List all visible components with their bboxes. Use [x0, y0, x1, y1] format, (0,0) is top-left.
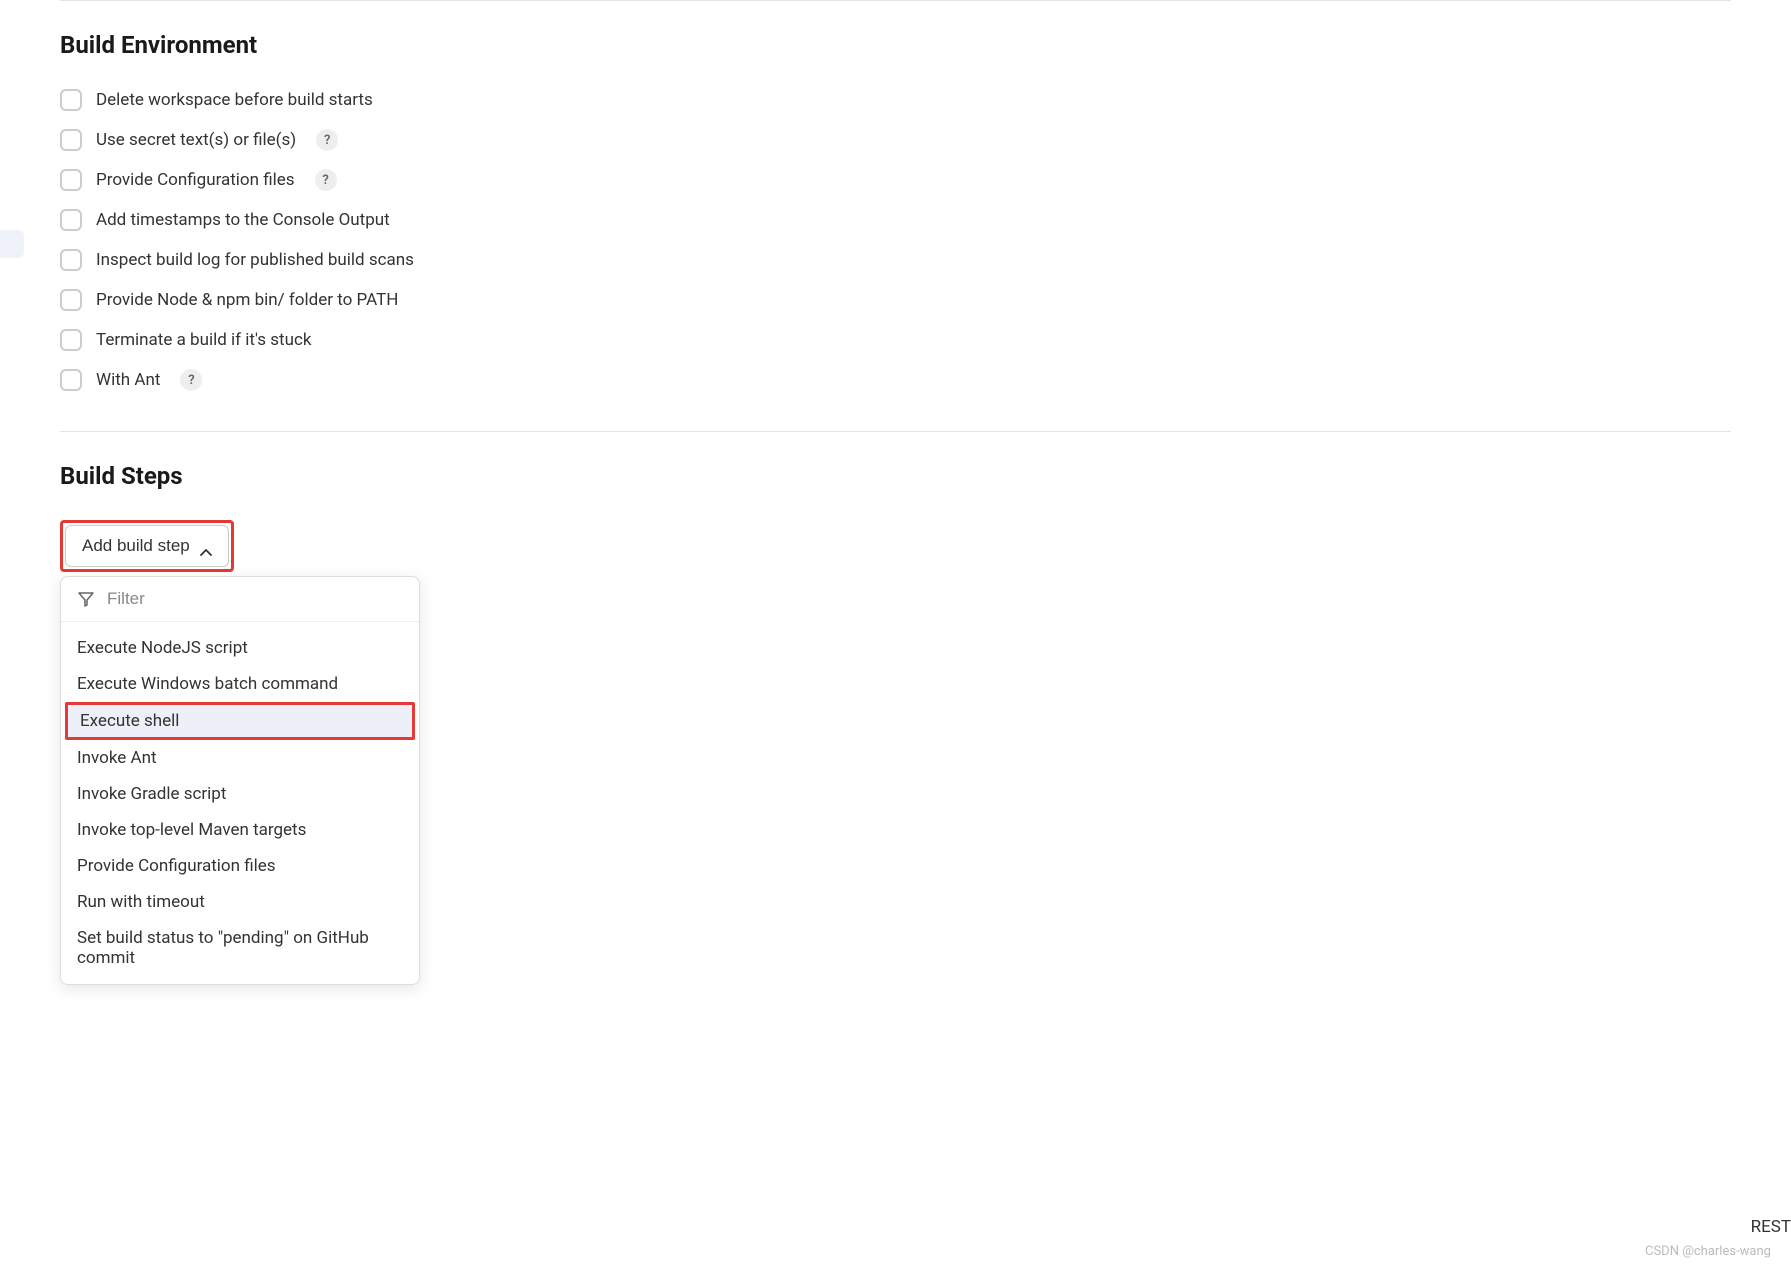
option-delete-workspace: Delete workspace before build starts [60, 89, 1731, 111]
label-add-timestamps: Add timestamps to the Console Output [96, 210, 390, 230]
option-provide-node: Provide Node & npm bin/ folder to PATH [60, 289, 1731, 311]
option-terminate-build: Terminate a build if it's stuck [60, 329, 1731, 351]
menu-item-invoke-gradle[interactable]: Invoke Gradle script [61, 776, 419, 812]
add-build-step-wrapper: Add build step Execute NodeJS script Exe… [60, 520, 234, 572]
option-use-secret: Use secret text(s) or file(s) ? [60, 129, 1731, 151]
label-delete-workspace: Delete workspace before build starts [96, 90, 373, 110]
filter-icon [77, 590, 95, 608]
left-side-tab[interactable] [0, 230, 24, 258]
menu-item-execute-shell[interactable]: Execute shell [65, 702, 415, 740]
label-inspect-log: Inspect build log for published build sc… [96, 250, 414, 270]
menu-item-set-build-status[interactable]: Set build status to "pending" on GitHub … [61, 920, 419, 976]
menu-item-invoke-maven[interactable]: Invoke top-level Maven targets [61, 812, 419, 848]
dropdown-button-label: Add build step [82, 536, 190, 556]
build-environment-title: Build Environment [60, 31, 1731, 59]
checkbox-terminate-build[interactable] [60, 329, 82, 351]
label-provide-node: Provide Node & npm bin/ folder to PATH [96, 290, 398, 310]
checkbox-add-timestamps[interactable] [60, 209, 82, 231]
build-steps-title: Build Steps [60, 462, 1731, 490]
label-provide-config: Provide Configuration files [96, 170, 295, 190]
help-icon[interactable]: ? [180, 369, 202, 391]
add-build-step-button[interactable]: Add build step [65, 525, 229, 567]
help-icon[interactable]: ? [315, 169, 337, 191]
filter-row [61, 577, 419, 622]
watermark-text: CSDN @charles-wang [1645, 1244, 1771, 1259]
chevron-up-icon [200, 542, 212, 550]
section-divider [60, 431, 1731, 432]
option-add-timestamps: Add timestamps to the Console Output [60, 209, 1731, 231]
menu-item-run-timeout[interactable]: Run with timeout [61, 884, 419, 920]
main-container: Build Environment Delete workspace befor… [0, 0, 1791, 572]
option-provide-config: Provide Configuration files ? [60, 169, 1731, 191]
label-with-ant: With Ant [96, 370, 160, 390]
checkbox-with-ant[interactable] [60, 369, 82, 391]
option-with-ant: With Ant ? [60, 369, 1731, 391]
label-use-secret: Use secret text(s) or file(s) [96, 130, 296, 150]
checkbox-use-secret[interactable] [60, 129, 82, 151]
menu-item-invoke-ant[interactable]: Invoke Ant [61, 740, 419, 776]
bottom-right-partial-text: REST [1751, 1217, 1791, 1237]
checkbox-inspect-log[interactable] [60, 249, 82, 271]
checkbox-delete-workspace[interactable] [60, 89, 82, 111]
checkbox-provide-config[interactable] [60, 169, 82, 191]
filter-input[interactable] [107, 589, 403, 609]
option-inspect-log: Inspect build log for published build sc… [60, 249, 1731, 271]
help-icon[interactable]: ? [316, 129, 338, 151]
top-divider [60, 0, 1731, 1]
menu-items-list: Execute NodeJS script Execute Windows ba… [61, 622, 419, 984]
menu-item-execute-windows-batch[interactable]: Execute Windows batch command [61, 666, 419, 702]
menu-item-execute-nodejs[interactable]: Execute NodeJS script [61, 630, 419, 666]
build-environment-options: Delete workspace before build starts Use… [60, 89, 1731, 391]
highlight-add-build-step: Add build step [60, 520, 234, 572]
menu-item-provide-config-files[interactable]: Provide Configuration files [61, 848, 419, 884]
checkbox-provide-node[interactable] [60, 289, 82, 311]
label-terminate-build: Terminate a build if it's stuck [96, 330, 312, 350]
build-step-dropdown-menu: Execute NodeJS script Execute Windows ba… [60, 576, 420, 985]
